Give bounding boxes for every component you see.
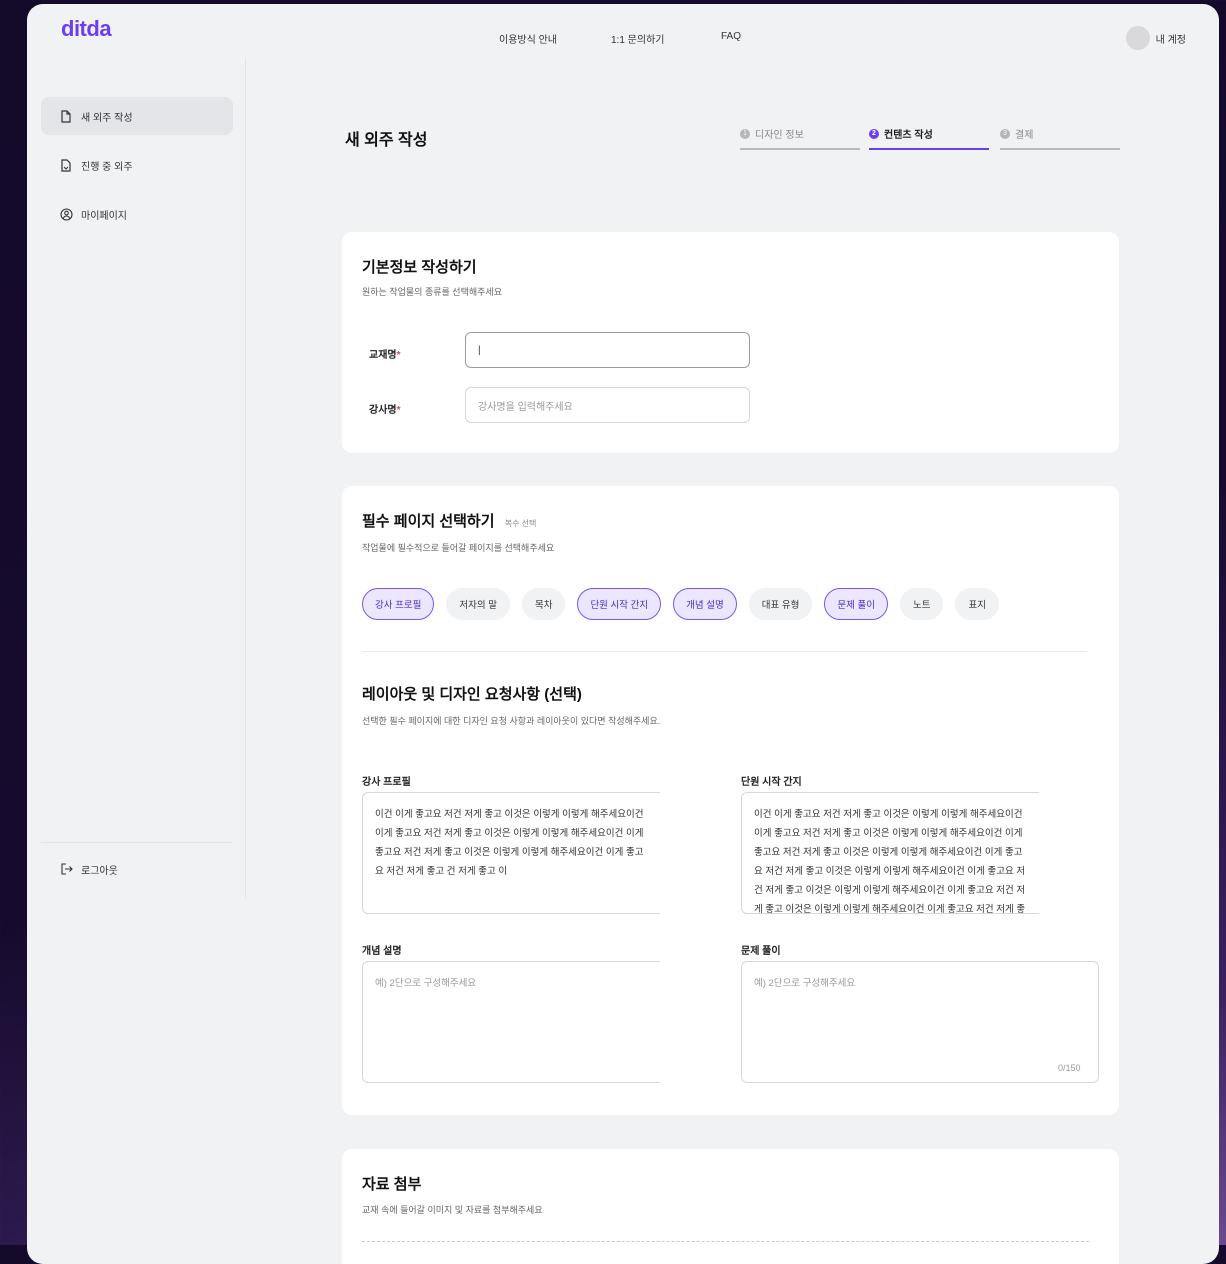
concept-request-textarea[interactable]: 예) 2단으로 구성해주세요 [362, 961, 660, 1083]
chip-concept-explanation[interactable]: 개념 설명 [673, 588, 737, 620]
chip-table-of-contents[interactable]: 목차 [521, 588, 566, 620]
step-label: 디자인 정보 [755, 130, 804, 141]
sidebar: 새 외주 작성 진행 중 외주 마이페이지 로그아웃 [27, 58, 246, 898]
textbook-label-text: 교재명 [369, 350, 397, 361]
step-content-write[interactable]: 2 컨텐츠 작성 [869, 126, 989, 152]
sidebar-item-new-outsource[interactable]: 새 외주 작성 [41, 97, 233, 135]
avatar[interactable] [1125, 26, 1150, 50]
logout-icon [59, 862, 73, 876]
profile-request-label: 강사 프로필 [362, 777, 411, 788]
sidebar-item-label: 새 외주 작성 [81, 112, 133, 124]
step-number: 2 [869, 128, 879, 139]
chip-representative-type[interactable]: 대표 유형 [748, 588, 813, 620]
required-pages-subtitle: 작업물에 필수적으로 들어갈 페이지를 선택해주세요 [362, 543, 555, 553]
account-menu[interactable]: 내 계정 [1125, 26, 1186, 50]
document-progress-icon [59, 158, 73, 172]
profile-request-textarea[interactable]: 이건 이게 좋고요 저건 저게 좋고 이것은 이렇게 이렇게 해주세요이건 이게… [362, 792, 660, 914]
textbook-input[interactable]: | [465, 332, 750, 368]
character-counter: 0/150 [1058, 1063, 1081, 1073]
layout-request-subtitle: 선택한 필수 페이지에 대한 디자인 요청 사항과 레이아웃이 있다면 작성해주… [362, 716, 661, 726]
textbook-label: 교재명* [369, 346, 401, 361]
nav-inquiry[interactable]: 1:1 문의하기 [611, 31, 664, 46]
step-bar [740, 148, 860, 150]
step-design-info[interactable]: 1 디자인 정보 [740, 126, 860, 152]
chip-instructor-profile[interactable]: 강사 프로필 [362, 588, 435, 620]
logout-button[interactable]: 로그아웃 [41, 850, 233, 888]
step-payment[interactable]: 3 결제 [1000, 126, 1120, 152]
section-divider [362, 651, 1087, 652]
basic-info-title: 기본정보 작성하기 [362, 259, 477, 276]
step-label: 컨텐츠 작성 [884, 130, 933, 141]
required-mark: * [396, 350, 401, 361]
chip-chapter-divider[interactable]: 단원 시작 간지 [577, 588, 662, 620]
problem-request-label: 문제 풀이 [741, 946, 781, 957]
multi-select-note: 복수 선택 [504, 519, 537, 528]
sidebar-item-mypage[interactable]: 마이페이지 [41, 195, 233, 233]
instructor-input[interactable]: 강사명을 입력해주세요 [465, 387, 750, 423]
attachment-title: 자료 첨부 [362, 1176, 422, 1193]
problem-request-textarea[interactable]: 예) 2단으로 구성해주세요 [741, 961, 1099, 1083]
sidebar-item-in-progress[interactable]: 진행 중 외주 [41, 146, 233, 184]
top-navigation: 이용방식 안내 1:1 문의하기 FAQ [27, 31, 1219, 47]
sidebar-item-label: 마이페이지 [81, 210, 127, 222]
sidebar-item-label: 진행 중 외주 [81, 161, 133, 173]
upload-dropzone[interactable] [362, 1241, 1089, 1242]
required-pages-title: 필수 페이지 선택하기 복수 선택 [362, 510, 536, 531]
app-window: ditda 이용방식 안내 1:1 문의하기 FAQ 내 계정 새 외주 작성 … [27, 4, 1219, 1264]
chip-note[interactable]: 노트 [900, 588, 944, 620]
concept-request-label: 개념 설명 [362, 946, 402, 957]
page-chip-group: 강사 프로필 저자의 말 목차 단원 시작 간지 개념 설명 대표 유형 문제 … [362, 588, 999, 620]
basic-info-subtitle: 원하는 작업물의 종류를 선택해주세요 [362, 287, 502, 297]
sidebar-divider [41, 842, 233, 843]
required-mark: * [396, 405, 401, 416]
chip-cover[interactable]: 표지 [955, 588, 999, 620]
user-circle-icon [59, 207, 73, 221]
nav-usage-guide[interactable]: 이용방식 안내 [499, 31, 557, 46]
step-number: 1 [740, 128, 750, 139]
document-icon [59, 109, 73, 123]
attachment-card: 자료 첨부 교재 속에 들어갈 이미지 및 자료를 첨부해주세요 [342, 1149, 1119, 1264]
step-number: 3 [1000, 128, 1010, 139]
chapter-request-label: 단원 시작 간지 [741, 777, 802, 788]
account-label[interactable]: 내 계정 [1156, 31, 1186, 46]
chip-problem-solving[interactable]: 문제 풀이 [824, 588, 888, 620]
logout-label: 로그아웃 [81, 865, 118, 877]
page-title: 새 외주 작성 [345, 132, 428, 149]
required-pages-title-text: 필수 페이지 선택하기 [362, 513, 495, 530]
chip-author-note[interactable]: 저자의 말 [446, 588, 510, 620]
basic-info-card: 기본정보 작성하기 원하는 작업물의 종류를 선택해주세요 교재명* | 강사명… [342, 232, 1119, 453]
chapter-request-textarea[interactable]: 이건 이게 좋고요 저건 저게 좋고 이것은 이렇게 이렇게 해주세요이건 이게… [741, 792, 1039, 914]
step-indicator: 1 디자인 정보 2 컨텐츠 작성 3 결제 [740, 126, 1120, 156]
attachment-subtitle: 교재 속에 들어갈 이미지 및 자료를 첨부해주세요 [362, 1205, 543, 1215]
nav-faq[interactable]: FAQ [721, 31, 741, 42]
step-bar [869, 148, 989, 150]
step-label: 결제 [1015, 130, 1034, 141]
instructor-label-text: 강사명 [369, 405, 397, 416]
layout-request-title: 레이아웃 및 디자인 요청사항 (선택) [362, 686, 582, 703]
required-pages-card: 필수 페이지 선택하기 복수 선택 작업물에 필수적으로 들어갈 페이지를 선택… [342, 486, 1119, 1115]
step-bar [1000, 148, 1120, 150]
instructor-label: 강사명* [369, 401, 401, 416]
